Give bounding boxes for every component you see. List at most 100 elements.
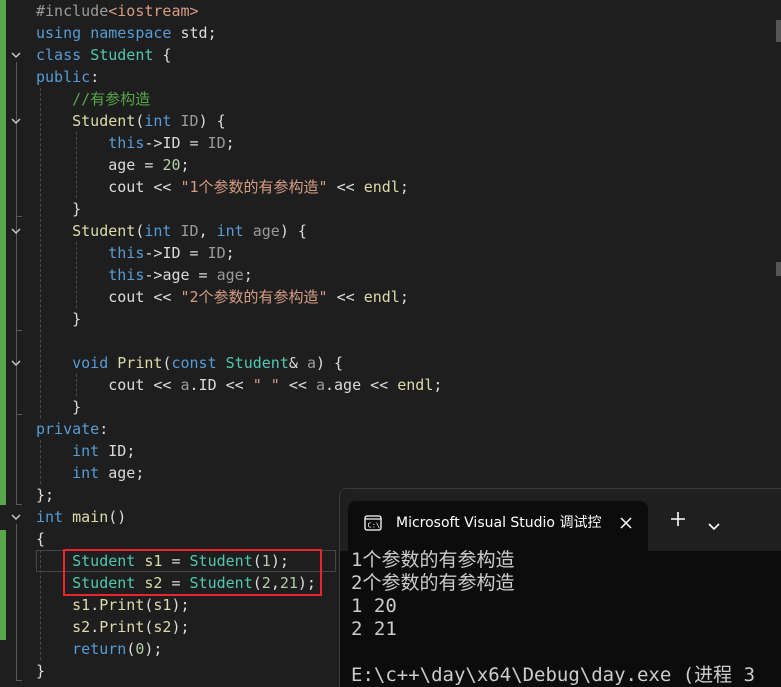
code-token: ; [180,156,190,174]
debug-console-window[interactable]: C:\ Microsoft Visual Studio 调试控 1个参数的有参构… [339,488,781,687]
code-line[interactable]: return(0); [36,638,162,660]
code-line[interactable]: } [36,396,81,418]
code-token: { [153,46,172,64]
scrollbar-marker[interactable] [776,262,781,276]
fold-range-end [16,680,22,681]
code-token: ID [207,244,226,262]
code-line[interactable]: }; [36,484,54,506]
code-token: s2 [153,618,172,636]
change-indicator-bar [0,530,6,640]
code-token: ); [171,596,190,614]
code-token: s1 [153,596,172,614]
fold-chevron-icon[interactable] [10,115,22,127]
code-token: } [36,200,82,218]
code-token: , [198,222,217,240]
code-line[interactable]: this->age = age; [36,264,253,286]
code-token: ID [180,112,199,130]
code-line[interactable]: Student(int ID, int age) { [36,220,307,242]
code-line[interactable]: int age; [36,462,144,484]
code-line[interactable]: class Student { [36,44,171,66]
code-token: std; [171,24,217,42]
code-line[interactable]: s1.Print(s1); [36,594,190,616]
code-token: ; [243,266,253,284]
code-line[interactable]: cout << "1个参数的有参构造" << endl; [36,176,409,198]
code-token: : [90,68,100,86]
code-token: this [108,134,145,152]
fold-range-end [16,216,22,217]
code-token: ) { [279,222,307,240]
code-token: . [189,376,199,394]
code-token: void [72,354,109,372]
code-token: ); [171,618,190,636]
code-token: "1个参数的有参构造" [180,178,328,196]
fold-chevron-icon[interactable] [10,49,22,61]
code-line[interactable]: { [36,528,45,550]
code-token: #include [36,2,109,20]
code-token: { [36,530,46,548]
code-line[interactable]: //有参构造 [36,88,150,110]
code-token: : [99,420,109,438]
fold-chevron-icon[interactable] [10,357,22,369]
chevron-down-icon[interactable] [708,516,720,531]
fold-range-end [16,414,22,415]
code-line[interactable]: age = 20; [36,154,190,176]
code-token: ID [207,134,226,152]
fold-chevron-icon[interactable] [10,511,22,523]
code-line[interactable]: Student(int ID) { [36,110,226,132]
fold-chevron-icon[interactable] [10,225,22,237]
code-line[interactable]: } [36,308,81,330]
code-line[interactable]: this->ID = ID; [36,132,234,154]
code-token: return [72,640,127,658]
code-line[interactable]: int ID; [36,440,135,462]
code-token: "2个参数的有参构造" [180,288,328,306]
fold-range-line [16,128,17,216]
code-token: endl [397,376,434,394]
code-token: Student [90,46,154,64]
code-token: endl [363,288,400,306]
code-token: int [144,112,172,130]
code-token: ); [144,640,163,658]
plus-icon[interactable] [670,511,686,527]
code-line[interactable]: s2.Print(s2); [36,616,190,638]
code-line[interactable]: using namespace std; [36,22,217,44]
terminal-tab[interactable]: C:\ Microsoft Visual Studio 调试控 [348,501,648,551]
code-line[interactable]: cout << "2个参数的有参构造" << endl; [36,286,409,308]
code-token: int [216,222,244,240]
code-token: int [144,222,172,240]
code-line[interactable]: cout << a.ID << " " << a.age << endl; [36,374,442,396]
code-token: //有参构造 [72,90,151,108]
code-token: 20 [162,156,181,174]
fold-range-line [16,370,17,414]
terminal-output[interactable]: 1个参数的有参构造 2个参数的有参构造 1 20 2 21 E:\c++\day… [351,549,781,687]
code-line[interactable]: public: [36,66,99,88]
code-token: ; [399,178,409,196]
fold-range-line [16,524,17,680]
code-token: age [216,266,244,284]
terminal-tab-title: Microsoft Visual Studio 调试控 [396,515,602,531]
code-line[interactable]: #include<iostream> [36,0,199,22]
code-token: class [36,46,82,64]
code-line[interactable]: void Print(const Student& a) { [36,352,343,374]
code-line[interactable]: int main() [36,506,126,528]
code-token: -> [144,244,163,262]
code-token: cout << [36,376,181,394]
code-token: int [72,442,100,460]
terminal-output-line: 1 20 [351,595,397,617]
code-line[interactable]: this->ID = ID; [36,242,234,264]
code-line[interactable]: private: [36,418,108,440]
scrollbar-marker[interactable] [776,20,781,42]
code-token: age [162,266,190,284]
code-token: . [325,376,335,394]
code-line[interactable]: } [36,198,81,220]
code-line[interactable]: } [36,660,45,682]
code-token: namespace [90,24,172,42]
close-icon[interactable] [619,515,633,529]
